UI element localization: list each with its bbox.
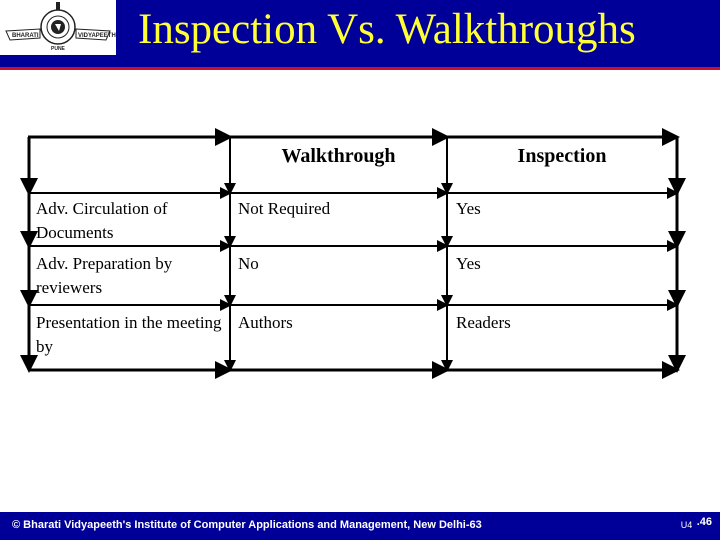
row-label: Adv. Preparation by reviewers [36,254,173,297]
inspection-value: Yes [456,199,481,218]
walkthrough-value: No [238,254,259,273]
footer-copyright: © Bharati Vidyapeeth's Institute of Comp… [12,519,482,531]
inspection-value: Readers [456,313,511,332]
slide-number: U4 .46 [681,515,712,533]
slide-number-value: .46 [696,516,712,528]
row-label: Adv. Circulation of Documents [36,199,168,242]
column-header-walkthrough: Walkthrough [281,145,396,167]
footer-band: © Bharati Vidyapeeth's Institute of Comp… [0,512,720,540]
comparison-table: Walkthrough Inspection Adv. Circulation … [0,0,720,540]
walkthrough-value: Not Required [238,199,331,218]
row-label: Presentation in the meeting by [36,313,222,356]
column-header-inspection: Inspection [517,145,607,167]
walkthrough-value: Authors [238,313,293,332]
unit-label: U4 [680,520,693,530]
inspection-value: Yes [456,254,481,273]
